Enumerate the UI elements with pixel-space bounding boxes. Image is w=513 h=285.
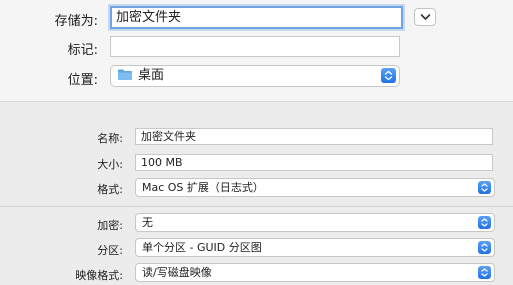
format-select[interactable]: Mac OS 扩展（日志式）: [135, 178, 495, 197]
up-down-chevron-icon: [481, 243, 488, 252]
image-format-select[interactable]: 读/写磁盘映像: [135, 263, 495, 282]
name-input[interactable]: 加密文件夹: [135, 128, 493, 145]
partitions-stepper: [478, 241, 491, 254]
where-value: 桌面: [138, 68, 165, 83]
name-label: 名称:: [97, 132, 123, 145]
up-down-chevron-icon: [481, 183, 488, 192]
where-label: 位置:: [67, 73, 98, 88]
encryption-stepper: [478, 216, 491, 229]
save-as-value: 加密文件夹: [116, 10, 182, 25]
up-down-chevron-icon: [481, 218, 488, 227]
where-select[interactable]: 桌面: [110, 65, 400, 87]
size-value: 100 MB: [141, 156, 183, 169]
image-format-value: 读/写磁盘映像: [142, 266, 212, 279]
image-format-stepper: [478, 266, 491, 279]
where-stepper: [381, 68, 396, 83]
save-as-label: 存储为:: [54, 14, 98, 29]
format-label: 格式:: [97, 183, 123, 196]
tags-label: 标记:: [67, 43, 98, 58]
format-stepper: [478, 181, 491, 194]
save-as-input[interactable]: 加密文件夹: [110, 6, 403, 29]
size-input[interactable]: 100 MB: [135, 154, 493, 171]
partitions-select[interactable]: 单个分区 - GUID 分区图: [135, 238, 495, 257]
name-value: 加密文件夹: [141, 130, 196, 143]
up-down-chevron-icon: [481, 268, 488, 277]
section-divider: [0, 206, 513, 207]
size-label: 大小:: [97, 158, 123, 171]
format-value: Mac OS 扩展（日志式）: [142, 181, 264, 194]
encryption-label: 加密:: [97, 219, 123, 232]
encryption-value: 无: [142, 216, 153, 229]
partitions-label: 分区:: [97, 244, 123, 257]
up-down-chevron-icon: [384, 70, 393, 81]
tags-input[interactable]: [110, 36, 400, 57]
partitions-value: 单个分区 - GUID 分区图: [142, 241, 262, 254]
folder-icon: [118, 69, 132, 80]
image-format-label: 映像格式:: [75, 269, 123, 282]
save-panel: 存储为: 加密文件夹 标记: 位置: 桌面: [0, 0, 513, 102]
expand-button[interactable]: [414, 8, 436, 26]
chevron-down-icon: [420, 14, 431, 20]
encryption-select[interactable]: 无: [135, 213, 495, 232]
